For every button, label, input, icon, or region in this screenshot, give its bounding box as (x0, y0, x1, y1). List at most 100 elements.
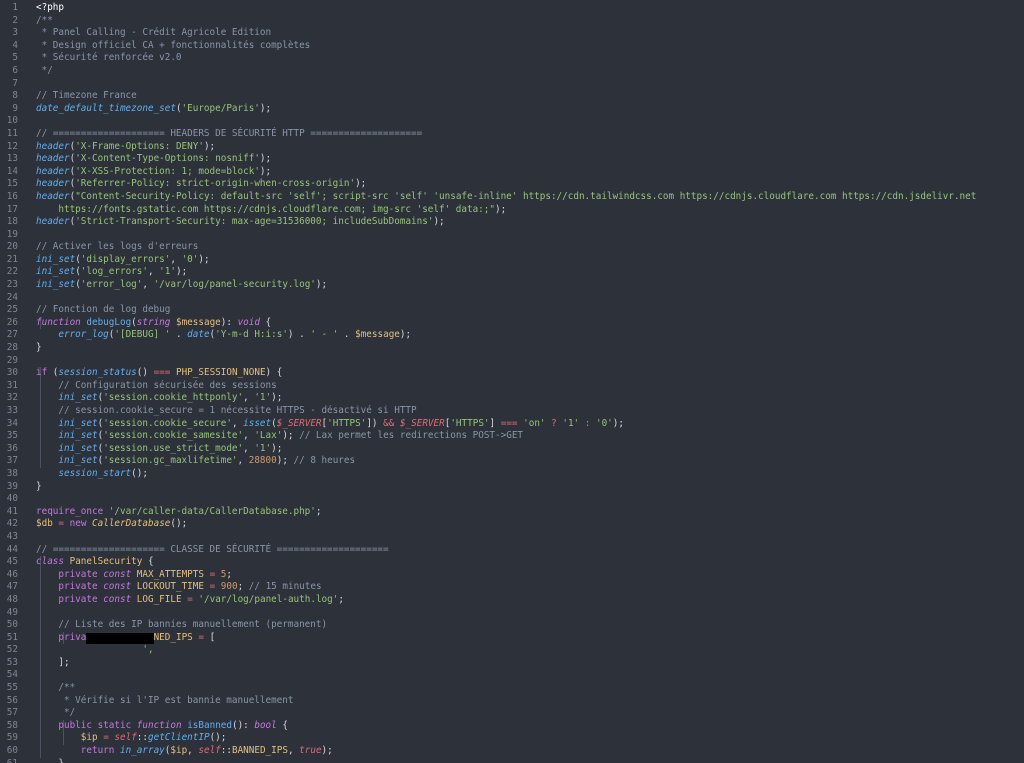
code-line[interactable]: 1 <?php (0, 2, 1024, 15)
code-line[interactable]: 31 // Configuration sécurisée des sessio… (0, 379, 1024, 393)
code-line[interactable]: 16 header("Content-Security-Policy: defau… (0, 191, 1024, 204)
code-line[interactable]: 40 (0, 493, 1024, 506)
code-line[interactable]: 8 // Timezone France (0, 90, 1024, 103)
code-token: ); (198, 253, 210, 265)
code-line[interactable]: 36 ini_set('session.use_strict_mode', '1… (0, 442, 1024, 456)
code-line[interactable]: 23 ini_set('error_log', '/var/log/panel-s… (0, 279, 1024, 292)
line-source: https://fonts.gstatic.com https://cdnjs.… (36, 204, 506, 217)
code-token: new (69, 518, 87, 530)
code-line[interactable]: 2 /** (0, 15, 1024, 28)
code-token: ); (203, 140, 216, 152)
code-line[interactable]: 11 // ==================== HEADERS DE SÉC… (0, 128, 1024, 141)
code-line[interactable]: 38 session_start(); (0, 468, 1024, 481)
line-source: ini_set('session.cookie_secure', isset($… (36, 418, 624, 431)
code-line[interactable]: 19 (0, 229, 1024, 242)
code-line[interactable]: 3 * Panel Calling - Crédit Agricole Edit… (0, 27, 1024, 40)
code-line[interactable]: 46 private const MAX_ATTEMPTS = 5; (0, 568, 1024, 582)
code-token: $db (36, 518, 53, 530)
code-line[interactable]: 20 // Activer les logs d'erreurs (0, 241, 1024, 254)
code-line[interactable]: 26 function debugLog(string $message): vo… (0, 316, 1024, 330)
code-line[interactable]: 18 header('Strict-Transport-Security: max… (0, 216, 1024, 229)
code-token: public (58, 719, 92, 731)
code-line[interactable]: 10 (0, 115, 1024, 128)
code-line[interactable]: 42 $db = new CallerDatabase(); (0, 518, 1024, 531)
code-line[interactable]: 34 ini_set('session.cookie_secure', isse… (0, 417, 1024, 431)
line-source: ini_set('session.cookie_samesite', 'Lax'… (36, 430, 523, 443)
line-number: 17 (6, 203, 18, 215)
code-editor[interactable]: 1 <?php 2/** 3 * Panel Calling - Crédit Agr… (0, 0, 1024, 763)
code-token: , (170, 253, 182, 265)
line-source: /** (36, 682, 75, 695)
line-source: */ (36, 65, 53, 78)
code-line[interactable]: 49 (0, 606, 1024, 620)
code-line[interactable]: 61 } (0, 758, 1024, 763)
code-line[interactable]: 54 (0, 669, 1024, 683)
code-line[interactable]: 17 https://fonts.gstatic.com https://cdn… (0, 204, 1024, 217)
code-line[interactable]: 28} (0, 342, 1024, 355)
code-line[interactable]: 6 */ (0, 65, 1024, 78)
code-line[interactable]: 15 header('Referrer-Policy: strict-origin… (0, 178, 1024, 191)
code-line[interactable]: 30 if (session_status() === PHP_SESSION_N… (0, 367, 1024, 380)
code-line[interactable]: 43 (0, 531, 1024, 544)
code-token: '/var/log/panel-security.log' (153, 279, 316, 291)
code-line[interactable]: 21 ini_set('display_errors', '0'); (0, 254, 1024, 267)
code-token: { (276, 719, 288, 731)
code-token: ); (259, 153, 272, 165)
code-line[interactable]: 25 // Fonction de log debug (0, 304, 1024, 317)
code-line[interactable]: 51 private const BANNED_IPS = [ (0, 631, 1024, 645)
code-line[interactable]: 9 date_default_timezone_set('Europe/Paris… (0, 103, 1024, 116)
code-line[interactable]: 29 (0, 355, 1024, 368)
code-line[interactable]: 55 /** (0, 682, 1024, 695)
line-source: // Fonction de log debug (36, 304, 170, 317)
code-line[interactable]: 39} (0, 481, 1024, 494)
code-token: ); (271, 442, 283, 454)
code-line[interactable]: 57 */ (0, 707, 1024, 720)
code-line[interactable]: 58 public static function isBanned(): bo… (0, 719, 1024, 733)
code-line[interactable]: 56 * Vérifie si l'IP est bannie manuelle… (0, 694, 1024, 708)
code-line[interactable]: 27 error_log('[DEBUG] ' . date('Y-m-d H:… (0, 329, 1024, 342)
code-line[interactable]: 32 ini_set('session.cookie_httponly', '1… (0, 392, 1024, 405)
code-token: 'Y-m-d H:i:s' (215, 329, 288, 341)
code-token: // Timezone France (36, 90, 137, 102)
code-line[interactable]: 24 (0, 292, 1024, 305)
code-line[interactable]: 48 private const LOG_FILE = '/var/log/pa… (0, 593, 1024, 607)
code-line[interactable]: 52 ', (0, 644, 1024, 657)
code-line[interactable]: 4 * Design officiel CA + fonctionnalités… (0, 40, 1024, 53)
code-token: , (243, 442, 255, 454)
code-line[interactable]: 60 return in_array($ip, self::BANNED_IPS… (0, 745, 1024, 758)
code-line[interactable]: 13 header('X-Content-Type-Options: nosnif… (0, 153, 1024, 166)
code-line[interactable]: 33 // session.cookie_secure = 1 nécessit… (0, 405, 1024, 418)
code-token: $_SERVER (399, 417, 445, 429)
code-line[interactable]: 59 $ip = self::getClientIP(); (0, 732, 1024, 746)
line-source: ini_set('display_errors', '0'); (36, 254, 210, 267)
line-number: 50 (6, 619, 18, 631)
code-token: header (36, 190, 70, 202)
code-token: 'HTTPS' (327, 417, 367, 429)
code-line[interactable]: 12 header('X-Frame-Options: DENY'); (0, 141, 1024, 154)
code-line[interactable]: 47 private const LOCKOUT_TIME = 900; // … (0, 581, 1024, 594)
code-line[interactable]: 50 // Liste des IP bannies manuellement … (0, 619, 1024, 632)
code-line[interactable]: 37 ini_set('session.gc_maxlifetime', 288… (0, 455, 1024, 468)
line-source: * Vérifie si l'IP est bannie manuellemen… (36, 695, 294, 708)
line-number: 49 (6, 606, 18, 618)
code-line[interactable]: 45 class PanelSecurity { (0, 556, 1024, 569)
code-token: // 15 minutes (248, 581, 322, 593)
code-line[interactable]: 44 // ==================== CLASSE DE SÉCU… (0, 544, 1024, 557)
line-source: header('Referrer-Policy: strict-origin-w… (36, 178, 366, 191)
code-line[interactable]: 22 ini_set('log_errors', '1'); (0, 266, 1024, 279)
code-line[interactable]: 14 header('X-XSS-Protection: 1; mode=bloc… (0, 166, 1024, 179)
line-number: 7 (12, 77, 18, 89)
code-line[interactable]: 35 ini_set('session.cookie_samesite', 'L… (0, 430, 1024, 443)
line-source: header("Content-Security-Policy: default… (36, 191, 976, 204)
line-source: * Design officiel CA + fonctionnalités c… (36, 40, 311, 53)
code-token: } (36, 758, 64, 763)
code-token: 'error_log' (80, 279, 143, 291)
code-line[interactable]: 7 (0, 78, 1024, 91)
code-area[interactable]: 1 <?php 2/** 3 * Panel Calling - Crédit Agr… (0, 2, 1024, 763)
code-token: "Content-Security-Policy: default-src 's… (75, 190, 977, 202)
code-line[interactable]: 5 * Sécurité renforcée v2.0 (0, 52, 1024, 65)
code-line[interactable]: 53 ]; (0, 656, 1024, 670)
code-line[interactable]: 41 require_once '/var/caller-data/CallerD… (0, 506, 1024, 519)
